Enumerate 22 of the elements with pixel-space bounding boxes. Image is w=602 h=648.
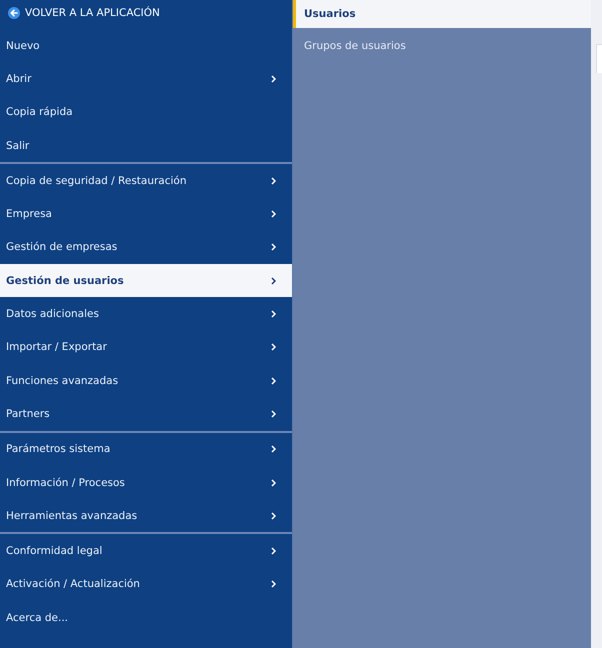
menu-item[interactable]: Importar / Exportar bbox=[0, 330, 292, 364]
menu-item[interactable]: Gestión de usuarios bbox=[0, 264, 292, 298]
menu-item[interactable]: Activación / Actualización bbox=[0, 568, 292, 602]
menu-item[interactable]: Copia de seguridad / Restauración bbox=[0, 164, 292, 198]
menu-item[interactable]: Herramientas avanzadas bbox=[0, 499, 292, 532]
menu-item[interactable]: Salir bbox=[0, 128, 292, 162]
menu-item[interactable]: Nuevo bbox=[0, 29, 292, 62]
content-panel bbox=[596, 44, 602, 73]
back-link[interactable]: VOLVER A LA APLICACIÓN bbox=[0, 0, 292, 26]
menu-item[interactable]: Acerca de... bbox=[0, 601, 292, 634]
menu-item[interactable]: Partners bbox=[0, 397, 292, 431]
menu-item[interactable]: Copia rápida bbox=[0, 96, 292, 129]
menu-item[interactable]: Empresa bbox=[0, 197, 292, 231]
back-arrow-icon bbox=[8, 7, 20, 19]
menu-item[interactable]: Abrir bbox=[0, 62, 292, 96]
menu-item[interactable]: Gestión de empresas bbox=[0, 230, 292, 264]
submenu-item[interactable]: Usuarios bbox=[293, 0, 591, 28]
menu-item[interactable]: Conformidad legal bbox=[0, 534, 292, 568]
menu-item[interactable]: Parámetros sistema bbox=[0, 432, 292, 466]
menu-item[interactable]: Información / Procesos bbox=[0, 466, 292, 500]
menu-item[interactable]: Funciones avanzadas bbox=[0, 364, 292, 398]
menu-item[interactable]: Datos adicionales bbox=[0, 297, 292, 331]
